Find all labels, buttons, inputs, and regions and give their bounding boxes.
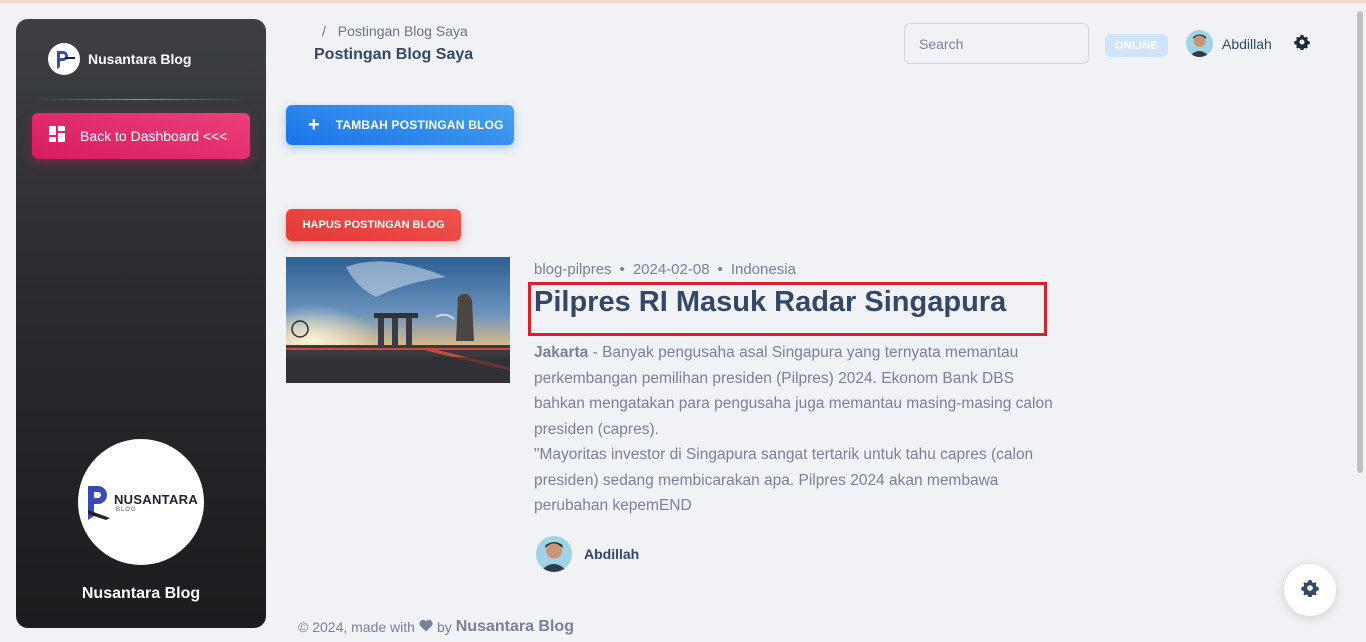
sidebar-brand[interactable]: Nusantara Blog [48,43,191,75]
delete-post-label: HAPUS POSTINGAN BLOG [302,219,445,231]
post-author[interactable]: Abdillah [536,536,639,572]
sidebar-item-label: Back to Dashboard <<< [80,128,228,144]
delete-post-button[interactable]: HAPUS POSTINGAN BLOG [286,209,461,241]
meta-separator: • [717,261,723,278]
excerpt-quote: "Mayoritas investor di Singapura sangat … [534,446,1034,514]
settings-fab[interactable] [1284,564,1336,616]
sidebar-divider [32,99,250,100]
footer-by: by [436,619,452,635]
sidebar-footer-name: Nusantara Blog [81,585,201,602]
post-excerpt: Jakarta - Banyak pengusaha asal Singapur… [534,340,1054,519]
avatar [1186,30,1213,57]
brand-logo [48,43,80,75]
post-category[interactable]: blog-pilpres [534,261,612,278]
search-input[interactable] [904,23,1089,64]
excerpt-lead: Jakarta [534,344,589,361]
logo-mark-icon [87,486,110,520]
post-country: Indonesia [730,261,796,278]
avatar [536,536,572,572]
post-thumbnail[interactable] [286,257,510,383]
add-post-label: TAMBAH POSTINGAN BLOG [335,118,504,132]
add-post-button[interactable]: + TAMBAH POSTINGAN BLOG [286,105,514,145]
breadcrumb-separator: / [322,23,326,39]
gear-icon [1301,579,1319,602]
user-name: Abdillah [1222,35,1272,52]
scrollbar[interactable] [1357,11,1363,473]
excerpt-body: - Banyak pengusaha asal Singapura yang t… [534,344,1053,438]
plus-icon: + [308,114,320,136]
sidebar: Nusantara Blog Back to Dashboard <<< NUS… [16,19,266,628]
author-name: Abdillah [584,546,640,562]
logo-subtext: BLOG [115,506,137,513]
highlight-box [528,282,1047,336]
breadcrumb-current[interactable]: Postingan Blog Saya [338,23,468,39]
post-meta: blog-pilpres • 2024-02-08 • Indonesia [534,261,796,278]
post-date: 2024-02-08 [632,261,710,278]
sidebar-item-dashboard[interactable]: Back to Dashboard <<< [32,113,250,159]
user-menu[interactable]: Abdillah [1186,30,1272,57]
breadcrumb: / Postingan Blog Saya [322,23,468,39]
logo-text: NUSANTARA [113,491,199,507]
heart-icon [419,619,433,635]
footer-brand-link[interactable]: Nusantara Blog [456,618,574,636]
footer-prefix: © 2024, made with [298,619,415,635]
footer: © 2024, made with by Nusantara Blog [298,618,574,636]
meta-separator: • [619,261,625,278]
status-badge: ONLINE [1105,34,1168,57]
gear-icon[interactable] [1294,34,1310,55]
brand-name: Nusantara Blog [88,51,192,67]
dashboard-icon [48,125,66,148]
sidebar-logo: NUSANTARA BLOG [78,439,204,565]
page-title: Postingan Blog Saya [314,46,474,63]
